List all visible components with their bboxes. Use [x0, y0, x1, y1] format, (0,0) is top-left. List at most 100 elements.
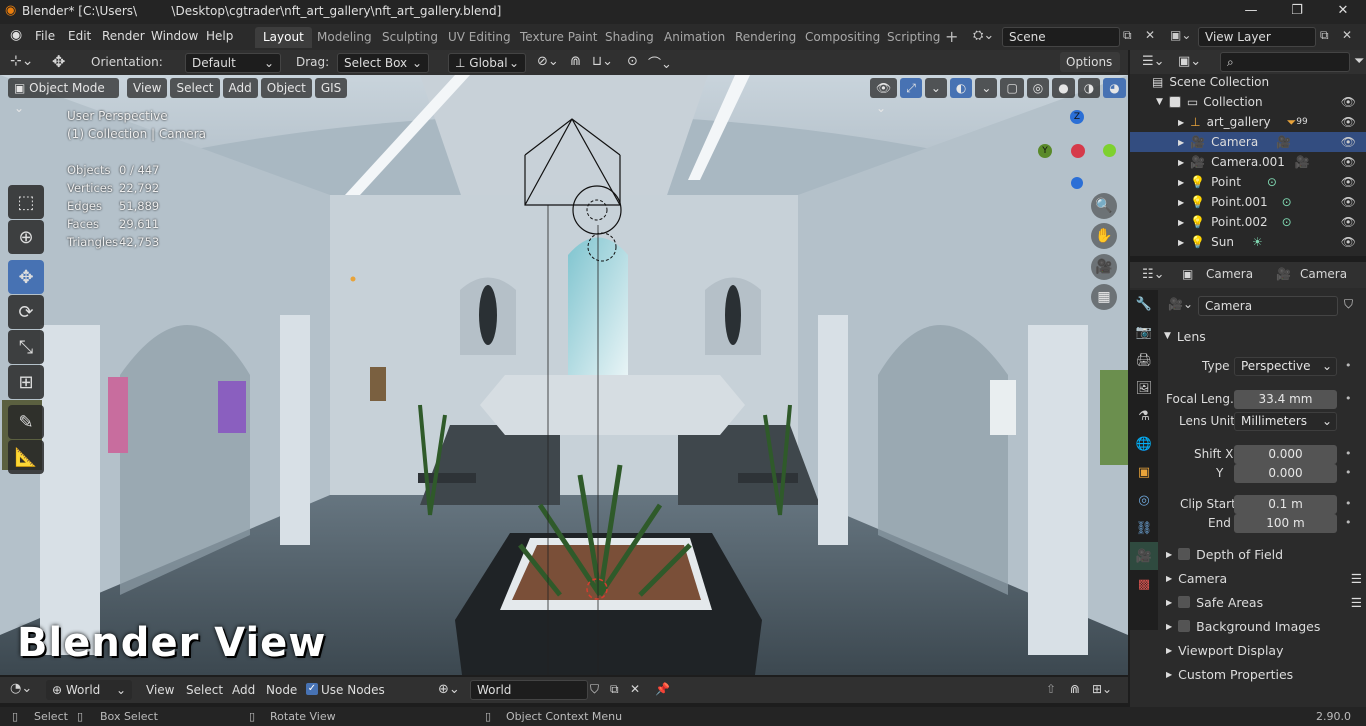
node-menu-select[interactable]: Select — [186, 683, 223, 697]
expand-arrow-icon[interactable]: ▶ — [1178, 158, 1184, 167]
solid-shading-icon[interactable]: ● — [1052, 78, 1075, 98]
view-layer-icon[interactable]: ▣⌄ — [1170, 28, 1191, 42]
expand-arrow-icon[interactable]: ▶ — [1178, 178, 1184, 187]
proportional-edit-icon[interactable]: ⊙ — [627, 54, 638, 69]
node-menu-view[interactable]: View — [146, 683, 174, 697]
material-shading-icon[interactable]: ◑ — [1077, 78, 1101, 98]
keyframe-dot-icon[interactable]: • — [1345, 392, 1352, 405]
workspace-tab-sculpting[interactable]: Sculpting — [374, 27, 446, 48]
keyframe-dot-icon[interactable]: • — [1345, 447, 1352, 460]
section-checkbox[interactable] — [1178, 596, 1191, 608]
keyframe-dot-icon[interactable]: • — [1345, 359, 1352, 372]
snap-icon[interactable]: ⋒ — [570, 54, 581, 69]
collection-checkbox[interactable] — [1168, 96, 1181, 108]
gizmo-x-axis[interactable] — [1071, 144, 1085, 158]
navigation-gizmo[interactable]: Z Y — [1035, 110, 1120, 190]
zoom-icon[interactable]: 🔍 — [1091, 193, 1117, 219]
workspace-tab-rendering[interactable]: Rendering — [727, 27, 804, 48]
3d-viewport[interactable]: ▣ Object Mode ⌄ View Select Add Object G… — [0, 75, 1128, 675]
orientation-dropdown[interactable]: Default ⌄ — [185, 53, 281, 73]
constraints-tab-icon[interactable]: ⛓ — [1130, 514, 1158, 542]
clip-end-field[interactable]: 100 m — [1234, 514, 1337, 533]
viewport-menu-add[interactable]: Add — [222, 78, 258, 98]
viewport-menu-view[interactable]: View — [127, 78, 168, 98]
eye-icon[interactable]: 👁 — [1341, 235, 1356, 249]
new-scene-icon[interactable]: ⧉ — [1123, 28, 1132, 43]
clip-start-field[interactable]: 0.1 m — [1234, 495, 1337, 514]
preset-list-icon[interactable]: ☰ — [1351, 571, 1362, 586]
parent-node-tree-icon[interactable]: ⇧ — [1046, 682, 1056, 696]
outliner-item[interactable]: ▶ 💡 Point.002 ⊙ 👁 — [1130, 212, 1366, 232]
workspace-tab-scripting[interactable]: Scripting — [879, 27, 948, 48]
outliner-item[interactable]: ▶ 🎥 Camera.001 🎥 👁 — [1130, 152, 1366, 172]
view-layer-tab-icon[interactable]: 🖼 — [1130, 374, 1158, 402]
editor-type-icon[interactable]: ⊹⌄ — [10, 53, 33, 69]
section-checkbox[interactable] — [1178, 620, 1191, 632]
rotate-tool-icon[interactable]: ⟳ — [8, 295, 44, 329]
minimize-button[interactable]: — — [1228, 0, 1274, 24]
camera-datablock-field[interactable]: Camera — [1198, 296, 1338, 316]
workspace-tab-layout[interactable]: Layout — [255, 27, 312, 48]
overlay-dropdown-icon[interactable]: ⌄ — [975, 78, 998, 98]
menu-file[interactable]: File — [35, 29, 55, 43]
outliner-scene-collection[interactable]: ▤ Scene Collection — [1130, 72, 1366, 92]
move-tool-button-icon[interactable]: ✥ — [8, 260, 44, 294]
filter-icon[interactable]: ⏷ — [1354, 54, 1364, 69]
object-mode-dropdown[interactable]: ▣ Object Mode ⌄ — [8, 78, 119, 115]
scale-tool-icon[interactable]: ⤡ — [8, 330, 44, 364]
measure-tool-icon[interactable]: 📐 — [8, 440, 44, 474]
scene-selector-icon[interactable]: ⛭⌄ — [973, 28, 994, 43]
lens-section-header[interactable]: ▼ Lens — [1164, 325, 1364, 347]
workspace-tab-shading[interactable]: Shading — [597, 27, 662, 48]
custom-properties-section[interactable]: ▶ Custom Properties — [1166, 663, 1364, 685]
workspace-tab-uv-editing[interactable]: UV Editing — [440, 27, 519, 48]
outliner-search-input[interactable]: ⌕ — [1220, 52, 1350, 72]
shift-x-field[interactable]: 0.000 — [1234, 445, 1337, 464]
gizmo-z-axis[interactable]: Z — [1070, 110, 1084, 124]
gizmo-y-axis[interactable]: Y — [1038, 144, 1052, 158]
eye-icon[interactable]: 👁 — [1341, 195, 1356, 209]
camera-datablock-icon[interactable]: 🎥⌄ — [1168, 297, 1193, 311]
workspace-tab-animation[interactable]: Animation — [656, 27, 733, 48]
pin-icon[interactable]: 📌 — [655, 682, 670, 696]
expand-arrow-icon[interactable]: ▼ — [1156, 97, 1163, 107]
view-layer-field[interactable]: View Layer — [1198, 27, 1316, 47]
menu-window[interactable]: Window — [151, 29, 198, 43]
outliner-item[interactable]: ▶ 💡 Point ⊙ 👁 — [1130, 172, 1366, 192]
safe-areas-section[interactable]: ▶ Safe Areas ☰ — [1166, 591, 1364, 613]
viewport-menu-select[interactable]: Select — [170, 78, 220, 98]
unlink-world-icon[interactable]: ✕ — [630, 682, 640, 696]
workspace-tab-texture-paint[interactable]: Texture Paint — [512, 27, 605, 48]
node-snap-target-icon[interactable]: ⊞⌄ — [1092, 682, 1112, 696]
xray-icon[interactable]: ▢ — [1000, 78, 1024, 98]
blender-menu-icon[interactable]: ◉ — [10, 27, 22, 43]
new-view-layer-icon[interactable]: ⧉ — [1320, 28, 1329, 43]
outliner-item[interactable]: ▶ 💡 Point.001 ⊙ 👁 — [1130, 192, 1366, 212]
section-checkbox[interactable] — [1178, 548, 1191, 560]
node-menu-node[interactable]: Node — [266, 683, 297, 697]
type-dropdown[interactable]: Perspective ⌄ — [1234, 357, 1337, 376]
physics-tab-icon[interactable]: ◎ — [1130, 486, 1158, 514]
node-snap-icon[interactable]: ⋒ — [1070, 682, 1080, 696]
eye-icon[interactable]: 👁 — [1341, 95, 1356, 109]
annotate-tool-icon[interactable]: ✎ — [8, 405, 44, 439]
perspective-toggle-icon[interactable]: ▦ — [1091, 284, 1117, 310]
use-nodes-checkbox[interactable]: ✓ — [306, 683, 318, 695]
pivot-point-icon[interactable]: ⊘⌄ — [537, 54, 559, 69]
focal-length-field[interactable]: 33.4 mm — [1234, 390, 1337, 409]
texture-tab-icon[interactable]: ▩ — [1130, 570, 1158, 598]
world-name-field[interactable]: World — [470, 680, 588, 700]
menu-help[interactable]: Help — [206, 29, 233, 43]
object-tab-icon[interactable]: ▣ — [1130, 458, 1158, 486]
workspace-tab-modeling[interactable]: Modeling — [309, 27, 380, 48]
transform-orientation-dropdown[interactable]: ⊥ Global ⌄ — [448, 53, 526, 73]
eye-icon[interactable]: 👁 — [1341, 115, 1356, 129]
delete-scene-icon[interactable]: ✕ — [1145, 28, 1155, 42]
output-tab-icon[interactable]: 🖨 — [1130, 346, 1158, 374]
transform-tool-icon[interactable]: ⊞ — [8, 365, 44, 399]
keyframe-dot-icon[interactable]: • — [1345, 516, 1352, 529]
eye-icon[interactable]: 👁 — [1341, 135, 1356, 149]
eye-icon[interactable]: 👁 — [1341, 175, 1356, 189]
options-dropdown[interactable]: Options ⌄ — [1060, 52, 1120, 89]
drag-dropdown[interactable]: Select Box ⌄ — [337, 53, 429, 73]
